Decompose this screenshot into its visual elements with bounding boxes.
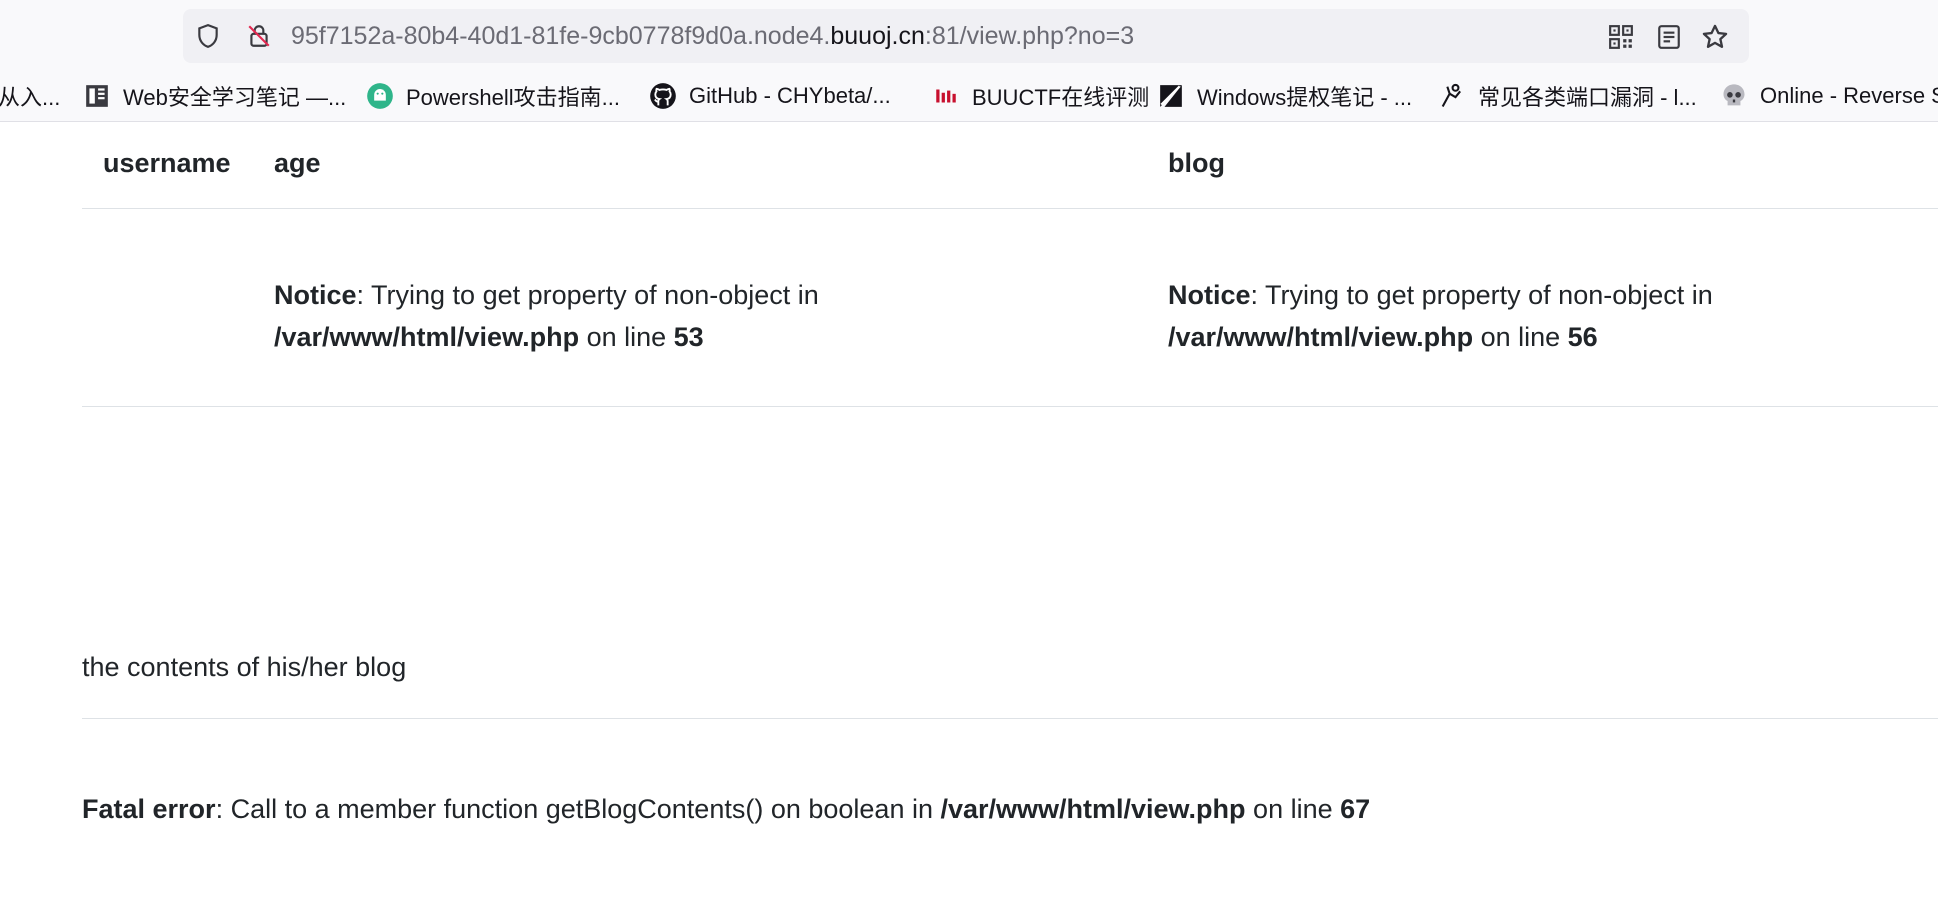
page-content: username age blog Notice: Trying to get … <box>0 122 1938 918</box>
bookmark-item[interactable]: Online - Reverse S <box>1720 72 1938 120</box>
url-domain: buuoj.cn <box>830 22 925 50</box>
bookmark-item[interactable]: 常见各类端口漏洞 - l... <box>1438 72 1697 120</box>
bookmark-label: Windows提权笔记 - ... <box>1197 85 1413 110</box>
github-icon <box>649 82 677 110</box>
notice-message: : Trying to get property of non-object i… <box>1250 280 1713 310</box>
qr-code-icon[interactable] <box>1607 23 1635 51</box>
notice-label: Notice <box>1168 280 1251 310</box>
bookmark-item[interactable]: Windows提权笔记 - ... <box>1157 72 1412 120</box>
bookmark-item[interactable]: Powershell攻击指南... <box>366 72 620 120</box>
notice-on-line: on line <box>1473 322 1568 352</box>
notice-path: /var/www/html/view.php <box>1168 322 1474 352</box>
bookmark-label: Powershell攻击指南... <box>406 85 620 110</box>
bookmark-item[interactable]: GitHub - CHYbeta/... <box>649 72 891 120</box>
notice-message: : Trying to get property of non-object i… <box>356 280 819 310</box>
bookmark-item[interactable]: BUUCTF在线评测 <box>932 72 1149 120</box>
notice-line-number: 53 <box>673 322 704 352</box>
table-header-divider <box>82 208 1938 209</box>
bookmark-label: 常见各类端口漏洞 - l... <box>1478 85 1697 110</box>
blog-contents-text: the contents of his/her blog <box>82 652 407 682</box>
android-icon <box>366 82 394 110</box>
browser-toolbar: 95f7152a-80b4-40d1-81fe-9cb0778f9d0a.nod… <box>0 0 1938 122</box>
url-prefix: 95f7152a-80b4-40d1-81fe-9cb0778f9d0a.nod… <box>291 22 831 50</box>
notice-line-number: 56 <box>1567 322 1598 352</box>
table-header-blog: blog <box>1168 148 1225 178</box>
shield-icon[interactable] <box>195 23 221 49</box>
url-text[interactable]: 95f7152a-80b4-40d1-81fe-9cb0778f9d0a.nod… <box>291 9 1134 63</box>
bookmark-item[interactable]: Web安全学习笔记 —... <box>83 72 346 120</box>
url-suffix: :81/view.php?no=3 <box>924 22 1135 50</box>
buuctf-icon <box>932 82 960 110</box>
fatal-error-path: /var/www/html/view.php <box>940 794 1246 824</box>
bookmarks-toolbar: 从入... Web安全学习笔记 —... Powershell攻击指南... G… <box>0 72 1938 120</box>
fatal-error-on-line: on line <box>1245 794 1341 824</box>
blog-contents-divider <box>82 718 1938 719</box>
bookmark-label: Web安全学习笔记 —... <box>123 85 347 110</box>
notice-on-line: on line <box>579 322 674 352</box>
reader-view-icon[interactable] <box>1655 23 1683 51</box>
book-icon <box>83 82 111 110</box>
slash-icon <box>1157 82 1185 110</box>
table-header-username: username <box>103 148 231 178</box>
age-cell-notice: Notice: Trying to get property of non-ob… <box>274 274 1034 358</box>
blog-cell-notice: Notice: Trying to get property of non-ob… <box>1168 274 1928 358</box>
notice-path: /var/www/html/view.php <box>274 322 580 352</box>
figure-icon <box>1438 82 1466 110</box>
bookmark-label: Online - Reverse S <box>1760 83 1938 108</box>
notice-label: Notice <box>274 280 357 310</box>
bookmark-item[interactable]: 从入... <box>0 72 60 120</box>
table-header-age: age <box>274 148 321 178</box>
address-bar[interactable]: 95f7152a-80b4-40d1-81fe-9cb0778f9d0a.nod… <box>183 9 1749 63</box>
skull-icon <box>1720 82 1748 110</box>
fatal-error-label: Fatal error <box>82 794 216 824</box>
lock-slash-icon[interactable] <box>246 23 272 49</box>
table-row-divider <box>82 406 1938 407</box>
bookmark-star-icon[interactable] <box>1701 23 1729 51</box>
bookmark-label: 从入... <box>0 85 61 110</box>
fatal-error-line-number: 67 <box>1340 794 1371 824</box>
bookmark-label: GitHub - CHYbeta/... <box>689 83 891 108</box>
fatal-error-message: Fatal error: Call to a member function g… <box>82 794 1370 825</box>
bookmark-label: BUUCTF在线评测 <box>972 85 1150 110</box>
fatal-error-text: : Call to a member function getBlogConte… <box>215 794 941 824</box>
